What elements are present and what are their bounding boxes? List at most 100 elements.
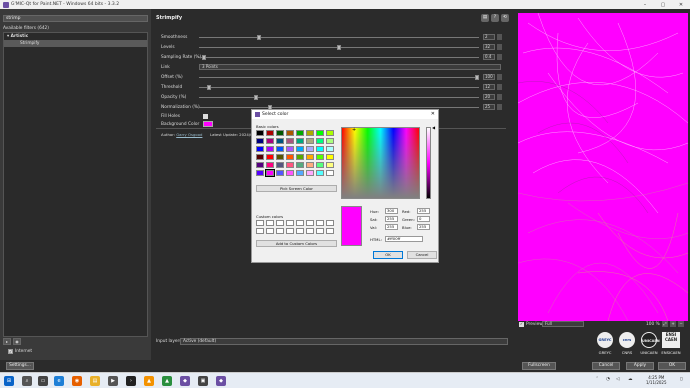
filter-tree[interactable]: ▾ Artistic Strimpify	[3, 32, 148, 337]
volume-icon[interactable]: ◁	[616, 377, 619, 382]
internet-toggle[interactable]: ✓ Internet	[8, 349, 32, 354]
basic-color-swatch[interactable]	[266, 146, 274, 152]
gmic-icon[interactable]: ◆	[216, 376, 226, 386]
author-link[interactable]: Garry Osgood	[176, 132, 202, 137]
basic-color-swatch[interactable]	[326, 138, 334, 144]
basic-color-swatch[interactable]	[266, 162, 274, 168]
basic-color-swatch[interactable]	[306, 170, 314, 176]
basic-color-swatch[interactable]	[316, 130, 324, 136]
tree-category-artistic[interactable]: ▾ Artistic	[4, 33, 147, 40]
param-value-input[interactable]: 25	[483, 104, 495, 110]
terminal-icon[interactable]: ›	[126, 376, 136, 386]
basic-color-swatch[interactable]	[316, 154, 324, 160]
basic-color-swatch[interactable]	[286, 162, 294, 168]
custom-color-swatch[interactable]	[316, 220, 324, 226]
sat-input[interactable]: 255	[385, 216, 398, 222]
custom-color-swatch[interactable]	[316, 228, 324, 234]
basic-color-swatch[interactable]	[276, 162, 284, 168]
ok-button[interactable]: OK	[658, 362, 686, 370]
param-value-input[interactable]: 0.4	[483, 54, 495, 60]
start-icon[interactable]: ⊞	[4, 376, 14, 386]
dialog-ok-button[interactable]: OK	[373, 251, 403, 259]
preview-mode-select[interactable]: Full	[542, 321, 584, 327]
task-view-icon[interactable]: ▭	[38, 376, 48, 386]
custom-color-swatch[interactable]	[256, 228, 264, 234]
param-slider[interactable]	[199, 87, 479, 88]
copy-command-icon[interactable]: ▤	[481, 14, 489, 22]
basic-color-swatch[interactable]	[296, 170, 304, 176]
file-explorer-icon[interactable]: ▤	[90, 376, 100, 386]
custom-color-swatch[interactable]	[286, 220, 294, 226]
network-icon[interactable]: ◔	[606, 377, 610, 382]
blue-input[interactable]: 255	[417, 224, 430, 230]
basic-color-swatch[interactable]	[266, 154, 274, 160]
html-input[interactable]: #ff00ff	[385, 236, 423, 242]
param-spinner[interactable]	[497, 94, 502, 100]
custom-color-swatch[interactable]	[276, 220, 284, 226]
basic-color-swatch[interactable]	[306, 146, 314, 152]
basic-color-swatch[interactable]	[256, 170, 264, 176]
param-slider[interactable]	[199, 97, 479, 98]
param-value-input[interactable]: 32	[483, 44, 495, 50]
basic-color-swatch[interactable]	[256, 138, 264, 144]
custom-color-swatch[interactable]	[266, 228, 274, 234]
custom-color-swatch[interactable]	[326, 228, 334, 234]
basic-color-swatch[interactable]	[296, 138, 304, 144]
param-slider[interactable]	[199, 107, 479, 108]
param-slider[interactable]	[199, 77, 479, 78]
custom-color-swatch[interactable]	[306, 228, 314, 234]
param-slider-handle[interactable]	[254, 95, 259, 100]
custom-color-swatch[interactable]	[256, 220, 264, 226]
basic-color-swatch[interactable]	[256, 130, 264, 136]
search-icon[interactable]: ⌕	[22, 376, 32, 386]
close-button[interactable]: ✕	[672, 0, 690, 9]
preview-checkbox[interactable]: ✓	[519, 322, 524, 327]
spectrum-crosshair-icon[interactable]: +	[352, 128, 357, 133]
add-custom-color-button[interactable]: Add to Custom Colors	[256, 240, 337, 247]
basic-color-swatch[interactable]	[276, 170, 284, 176]
basic-color-swatch[interactable]	[326, 130, 334, 136]
clock[interactable]: 4:25 PM 1/11/2025	[646, 375, 667, 385]
param-select[interactable]: 3 Points	[199, 64, 501, 70]
help-icon[interactable]: ?	[491, 14, 499, 22]
fullscreen-button[interactable]: Fullscreen	[522, 362, 556, 370]
zoom-out-icon[interactable]: −	[678, 321, 684, 327]
basic-color-swatch[interactable]	[306, 130, 314, 136]
basic-color-swatch[interactable]	[306, 138, 314, 144]
paint-net-icon[interactable]: ◆	[180, 376, 190, 386]
custom-color-swatch[interactable]	[286, 228, 294, 234]
basic-color-swatch[interactable]	[296, 130, 304, 136]
param-slider[interactable]	[199, 37, 479, 38]
app-green-icon[interactable]: ▲	[162, 376, 172, 386]
red-input[interactable]: 255	[417, 208, 430, 214]
preview-image[interactable]	[518, 13, 688, 321]
basic-color-swatch[interactable]	[256, 146, 264, 152]
val-input[interactable]: 255	[385, 224, 398, 230]
notifications-icon[interactable]: ▯	[680, 377, 682, 382]
edge-icon[interactable]: e	[54, 376, 64, 386]
visibility-icon[interactable]: ◉	[13, 337, 21, 345]
expand-icon[interactable]: ▸	[3, 337, 11, 345]
basic-color-swatch[interactable]	[326, 146, 334, 152]
param-spinner[interactable]	[497, 74, 502, 80]
minimize-button[interactable]: –	[636, 0, 654, 9]
luminance-slider[interactable]	[426, 127, 431, 199]
custom-color-swatch[interactable]	[296, 228, 304, 234]
basic-color-swatch[interactable]	[286, 170, 294, 176]
basic-color-swatch[interactable]	[286, 146, 294, 152]
input-layers-select[interactable]: Active (default)	[180, 338, 508, 345]
param-value-input[interactable]: 12	[483, 84, 495, 90]
basic-color-swatch[interactable]	[266, 130, 274, 136]
zoom-in-icon[interactable]: +	[670, 321, 676, 327]
basic-color-swatch[interactable]	[286, 130, 294, 136]
param-spinner[interactable]	[497, 84, 502, 90]
custom-color-swatch[interactable]	[306, 220, 314, 226]
basic-color-swatch[interactable]	[276, 130, 284, 136]
basic-color-swatch[interactable]	[265, 169, 275, 177]
cloud-icon[interactable]: ☁	[628, 377, 633, 382]
dialog-cancel-button[interactable]: Cancel	[407, 251, 437, 259]
basic-color-swatch[interactable]	[276, 146, 284, 152]
green-input[interactable]: 0	[417, 216, 430, 222]
hue-input[interactable]: 300	[385, 208, 398, 214]
luminance-arrow-icon[interactable]: ◀	[432, 125, 435, 130]
